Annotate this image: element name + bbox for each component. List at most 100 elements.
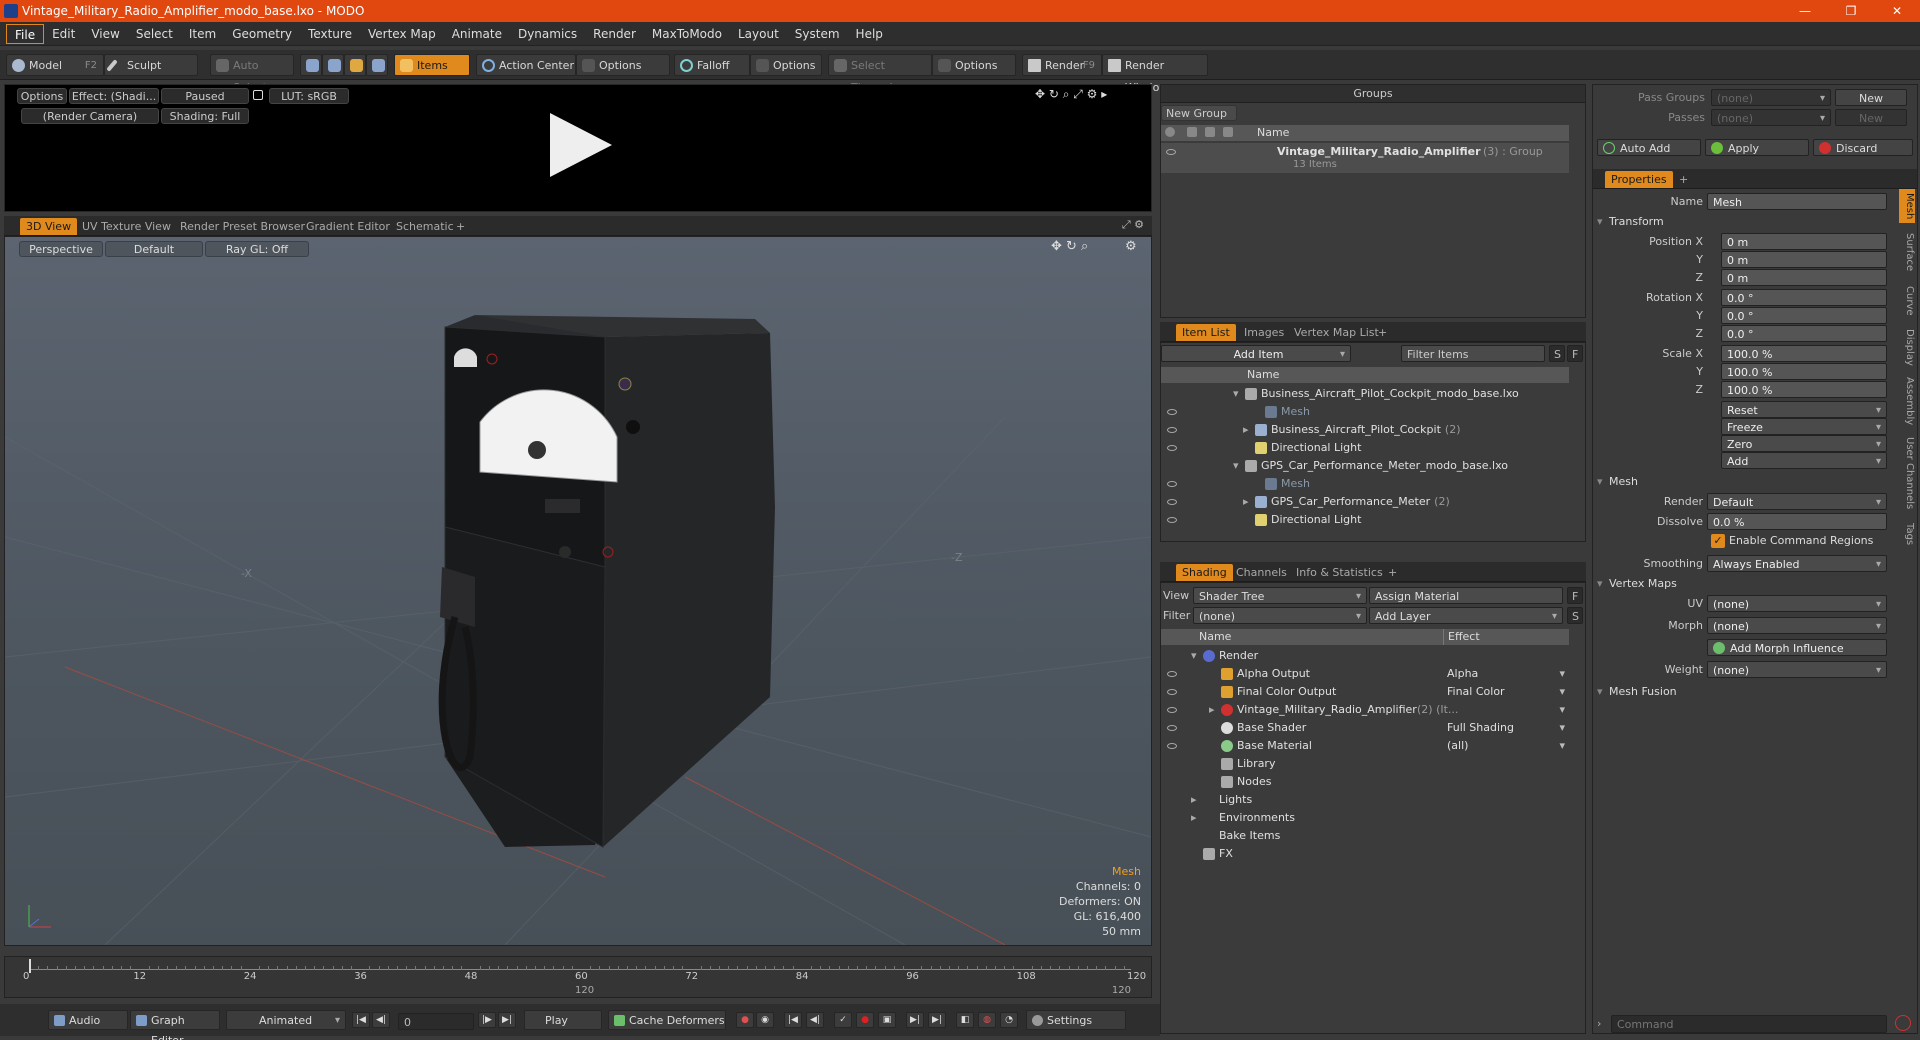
tab-channels[interactable]: Channels	[1230, 564, 1293, 581]
eye-icon[interactable]	[1167, 743, 1177, 749]
eye-icon[interactable]	[1167, 707, 1177, 713]
rotation-x-field[interactable]: 0.0 °	[1721, 289, 1887, 306]
tab-uv-texture-view[interactable]: UV Texture View	[76, 218, 177, 235]
rotation-z-field[interactable]: 0.0 °	[1721, 325, 1887, 342]
tab-3d-view[interactable]: 3D View	[20, 218, 78, 235]
key-tools-button[interactable]: ▣	[878, 1012, 896, 1028]
morph-dropdown[interactable]: (none)	[1707, 617, 1887, 635]
tab-vertex-map-list[interactable]: Vertex Map List	[1288, 324, 1385, 341]
step-forward-button[interactable]: |▶	[478, 1012, 496, 1028]
preview-options-button[interactable]: Options	[17, 88, 67, 104]
preview-nav-icons[interactable]: ✥ ↻ ⌕ ⤢ ⚙ ▸	[1035, 87, 1107, 102]
menu-system[interactable]: System	[787, 24, 848, 44]
key-button[interactable]: ●	[736, 1012, 754, 1028]
discard-button[interactable]: Discard	[1813, 139, 1913, 156]
mesh-fusion-section[interactable]: Mesh Fusion	[1593, 683, 1677, 701]
shader-tree-row[interactable]: FX	[1161, 845, 1569, 863]
menu-item[interactable]: Item	[181, 24, 224, 44]
add-dropdown[interactable]: Add	[1721, 452, 1887, 470]
close-button[interactable]: ✕	[1874, 0, 1920, 22]
falloff-options-button[interactable]: Options	[750, 54, 822, 76]
tab-info-statistics[interactable]: Info & Statistics	[1290, 564, 1389, 581]
expand-arrow-icon[interactable]: ▸	[1191, 791, 1197, 809]
position-y-field[interactable]: 0 m	[1721, 251, 1887, 268]
side-tab-mesh[interactable]: Mesh	[1899, 189, 1915, 223]
preview-paused-button[interactable]: Paused	[161, 88, 249, 104]
eye-icon[interactable]	[1167, 427, 1177, 433]
settings-button[interactable]: Settings	[1026, 1010, 1126, 1030]
action-center-button[interactable]: Action Center	[476, 54, 576, 76]
weight-dropdown[interactable]: (none)	[1707, 661, 1887, 679]
expand-arrow-icon[interactable]: ▾	[1233, 457, 1239, 475]
tab-properties[interactable]: Properties	[1605, 171, 1673, 188]
render-camera-dropdown[interactable]: (Render Camera)	[21, 108, 159, 124]
eye-icon[interactable]	[1167, 517, 1177, 523]
tab-shading[interactable]: Shading	[1176, 564, 1233, 581]
expand-arrow-icon[interactable]: ▸	[1191, 809, 1197, 827]
step-back-button[interactable]: ◀|	[372, 1012, 390, 1028]
command-stop-icon[interactable]	[1895, 1015, 1911, 1031]
menu-vertex-map[interactable]: Vertex Map	[360, 24, 444, 44]
pass-groups-dropdown[interactable]: (none)	[1711, 89, 1831, 107]
menu-select[interactable]: Select	[128, 24, 181, 44]
eye-icon[interactable]	[1167, 725, 1177, 731]
menu-help[interactable]: Help	[848, 24, 891, 44]
filter-items-field[interactable]: Filter Items	[1401, 345, 1545, 362]
menu-animate[interactable]: Animate	[444, 24, 510, 44]
expand-arrow-icon[interactable]: ▸	[1209, 701, 1215, 719]
select-options-button[interactable]: Options	[932, 54, 1016, 76]
freeze-dropdown[interactable]: Freeze	[1721, 418, 1887, 436]
menu-dynamics[interactable]: Dynamics	[510, 24, 585, 44]
shader-tree-row[interactable]: ▸ Lights	[1161, 791, 1569, 809]
smoothing-dropdown[interactable]: Always Enabled	[1707, 555, 1887, 573]
preview-effect-dropdown[interactable]: Effect: (Shadi...	[69, 88, 159, 104]
shading-s-button[interactable]: S	[1567, 607, 1583, 624]
play-button[interactable]: Play	[524, 1010, 602, 1030]
shader-effect-value[interactable]: Final Color	[1447, 683, 1505, 701]
item-list-row[interactable]: ▸ Business_Aircraft_Pilot_Cockpit (2)	[1161, 421, 1569, 439]
position-x-field[interactable]: 0 m	[1721, 233, 1887, 250]
side-tab-display[interactable]: Display	[1899, 325, 1915, 369]
menu-edit[interactable]: Edit	[44, 24, 83, 44]
falloff-button[interactable]: Falloff	[674, 54, 750, 76]
range-start-button[interactable]: ▶|	[906, 1012, 924, 1028]
item-list-f-button[interactable]: F	[1567, 345, 1583, 362]
render-preview[interactable]: Options Effect: (Shadi... Paused LUT: sR…	[4, 84, 1152, 212]
render-dropdown[interactable]: Default	[1707, 493, 1887, 511]
scale-x-field[interactable]: 100.0 %	[1721, 345, 1887, 362]
eye-icon[interactable]	[1167, 481, 1177, 487]
shader-tree-row[interactable]: Base Material (all) ▾	[1161, 737, 1569, 755]
range-end-button[interactable]: ▶|	[928, 1012, 946, 1028]
transform-section[interactable]: Transform	[1593, 213, 1664, 231]
name-field[interactable]: Mesh	[1707, 193, 1887, 210]
side-tab-tags[interactable]: Tags	[1899, 517, 1915, 551]
shader-tree-row[interactable]: ▸ Environments	[1161, 809, 1569, 827]
shading-add-tab-button[interactable]: +	[1382, 564, 1403, 581]
new-pass-button[interactable]: New	[1835, 89, 1907, 106]
effect-dropdown-arrow-icon[interactable]: ▾	[1559, 737, 1565, 755]
menu-geometry[interactable]: Geometry	[224, 24, 300, 44]
eye-icon[interactable]	[1167, 445, 1177, 451]
shader-tree-row[interactable]: Alpha Output Alpha ▾	[1161, 665, 1569, 683]
graph-editor-button[interactable]: Graph Editor	[130, 1010, 220, 1040]
eye-icon[interactable]	[1166, 149, 1176, 155]
reset-dropdown[interactable]: Reset	[1721, 401, 1887, 419]
add-morph-influence-button[interactable]: Add Morph Influence	[1707, 639, 1887, 656]
animated-dropdown[interactable]: Animated	[226, 1010, 346, 1031]
eye-icon[interactable]	[1167, 409, 1177, 415]
new-group-button[interactable]: New Group	[1161, 105, 1237, 121]
auto-key-button[interactable]: ◉	[756, 1012, 774, 1028]
action-center-options-button[interactable]: Options	[576, 54, 670, 76]
item-list-row[interactable]: Mesh	[1161, 475, 1569, 493]
expand-arrow-icon[interactable]: ▾	[1191, 647, 1197, 665]
menu-file[interactable]: File	[6, 23, 45, 44]
sculpt-button[interactable]: Sculpt	[104, 54, 198, 76]
bookmark-button[interactable]: ◧	[956, 1012, 974, 1028]
next-key-button[interactable]: ◀|	[806, 1012, 824, 1028]
render-button[interactable]: Render F9	[1022, 54, 1102, 76]
misc-button[interactable]: ◔	[1000, 1012, 1018, 1028]
material-mode-button[interactable]	[366, 54, 388, 76]
select-through-button[interactable]: Select Through	[828, 54, 932, 94]
shader-tree-row[interactable]: Nodes	[1161, 773, 1569, 791]
effect-dropdown-arrow-icon[interactable]: ▾	[1559, 683, 1565, 701]
